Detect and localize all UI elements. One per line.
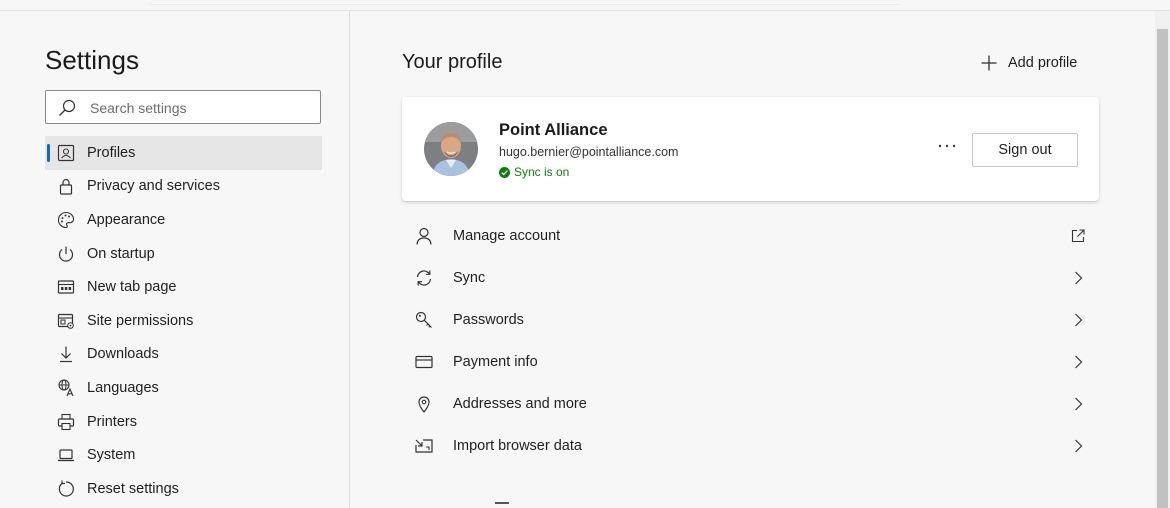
sidebar-item-label: Reset settings <box>87 480 179 497</box>
sidebar-item-label: Appearance <box>87 211 166 228</box>
power-icon <box>58 246 74 262</box>
key-icon <box>415 311 432 328</box>
chevron-right-icon <box>1075 439 1083 453</box>
import-icon <box>415 439 433 453</box>
scrollbar-thumb[interactable] <box>1157 29 1168 508</box>
sidebar-item-label: Downloads <box>87 346 159 363</box>
search-input[interactable] <box>88 95 317 121</box>
new-tab-icon <box>57 280 75 294</box>
profile-email: hugo.bernier@pointalliance.com <box>499 145 679 159</box>
sidebar-item-label: System <box>87 447 136 464</box>
sidebar-item-system[interactable]: System <box>45 438 322 472</box>
row-label: Payment info <box>453 354 538 370</box>
row-passwords[interactable]: Passwords <box>402 299 1099 341</box>
profile-name: Point Alliance <box>499 121 608 139</box>
sync-status-text: Sync is on <box>514 165 570 179</box>
row-label: Manage account <box>453 228 561 244</box>
sync-icon <box>416 270 432 286</box>
sidebar-item-label: Privacy and services <box>87 178 220 195</box>
profile-card-icon <box>57 144 75 161</box>
sidebar-item-label: Site permissions <box>87 312 194 329</box>
clipped-heading-fragment <box>495 502 509 504</box>
sync-status: Sync is on <box>499 165 569 179</box>
lock-icon <box>59 179 73 195</box>
location-pin-icon <box>418 396 430 413</box>
languages-icon <box>58 379 74 397</box>
profile-card: Point Alliance hugo.bernier@pointallianc… <box>402 97 1099 201</box>
person-icon <box>416 227 432 245</box>
external-link-icon <box>1071 229 1085 243</box>
sidebar-item-label: Languages <box>87 379 159 396</box>
sidebar-item-downloads[interactable]: Downloads <box>45 338 322 372</box>
credit-card-icon <box>415 355 433 369</box>
row-label: Import browser data <box>453 438 582 454</box>
sidebar-item-label: On startup <box>87 245 155 262</box>
search-icon <box>59 99 76 116</box>
sidebar-item-new-tab[interactable]: New tab page <box>45 270 322 304</box>
plus-icon <box>981 55 997 71</box>
chevron-right-icon <box>1075 271 1083 285</box>
laptop-icon <box>58 449 74 462</box>
chevron-right-icon <box>1075 397 1083 411</box>
add-profile-label: Add profile <box>1008 55 1078 71</box>
chevron-right-icon <box>1075 355 1083 369</box>
settings-title: Settings <box>45 45 139 75</box>
site-permissions-icon <box>57 313 74 329</box>
row-payment-info[interactable]: Payment info <box>402 341 1099 383</box>
sidebar-item-appearance[interactable]: Appearance <box>45 203 322 237</box>
more-options-icon[interactable] <box>936 135 958 157</box>
scrollbar[interactable] <box>1155 11 1170 508</box>
top-divider <box>150 4 900 5</box>
settings-content: Your profile Add profile Point Alliance … <box>350 11 1155 508</box>
row-import-browser-data[interactable]: Import browser data <box>402 425 1099 467</box>
sidebar-item-reset[interactable]: Reset settings <box>45 472 322 506</box>
chevron-right-icon <box>1075 313 1083 327</box>
row-label: Sync <box>453 270 486 286</box>
row-manage-account[interactable]: Manage account <box>402 215 1099 257</box>
palette-icon <box>58 211 75 229</box>
add-profile-button[interactable]: Add profile <box>980 51 1077 75</box>
check-circle-icon <box>499 166 510 178</box>
sidebar-item-label: Profiles <box>87 144 136 161</box>
settings-sidebar: Settings Profiles Privacy and services <box>0 11 350 508</box>
printer-icon <box>57 413 75 430</box>
row-sync[interactable]: Sync <box>402 257 1099 299</box>
download-icon <box>60 346 72 363</box>
profile-settings-list: Manage account Sync Passwords Payment in… <box>402 215 1099 467</box>
sidebar-item-profiles[interactable]: Profiles <box>45 136 322 170</box>
window-top-bar <box>0 0 1170 11</box>
sidebar-item-languages[interactable]: Languages <box>45 371 322 405</box>
sidebar-item-label: New tab page <box>87 279 177 296</box>
row-label: Passwords <box>453 312 524 328</box>
row-addresses[interactable]: Addresses and more <box>402 383 1099 425</box>
sidebar-item-startup[interactable]: On startup <box>45 237 322 271</box>
sign-out-button[interactable]: Sign out <box>972 133 1078 167</box>
search-box[interactable] <box>45 90 321 124</box>
row-label: Addresses and more <box>453 396 587 412</box>
sidebar-item-printers[interactable]: Printers <box>45 405 322 439</box>
sidebar-item-site-permissions[interactable]: Site permissions <box>45 304 322 338</box>
sidebar-item-privacy[interactable]: Privacy and services <box>45 170 322 204</box>
avatar <box>424 122 478 176</box>
page-title: Your profile <box>402 51 503 73</box>
settings-nav: Profiles Privacy and services Appearance… <box>45 136 322 506</box>
reset-icon <box>58 480 74 497</box>
sidebar-item-label: Printers <box>87 413 137 430</box>
